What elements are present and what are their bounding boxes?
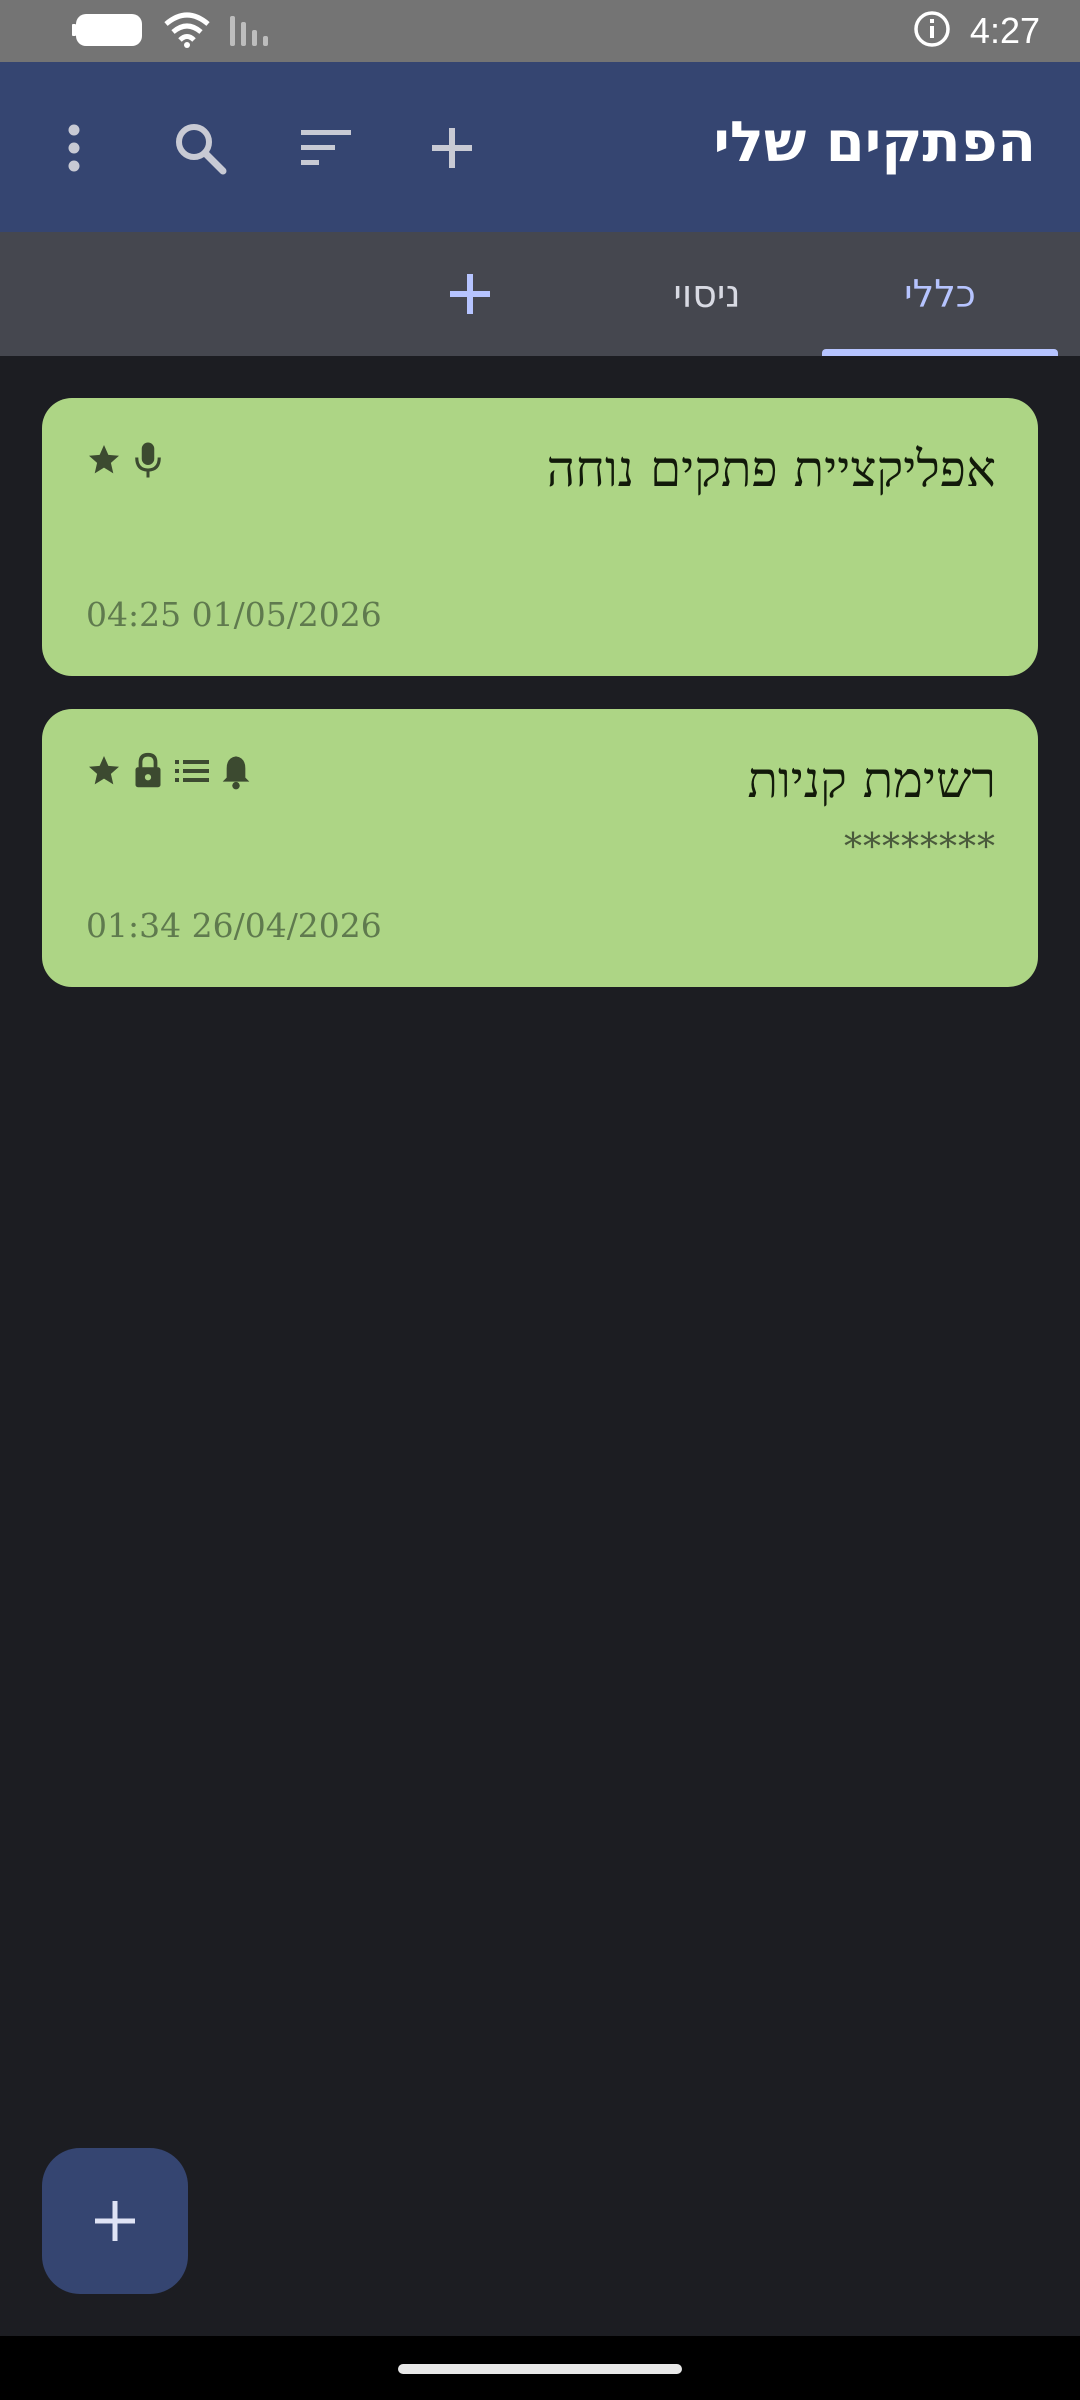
navigation-bar [0, 2336, 1080, 2400]
tab-label: ניסוי [673, 272, 741, 316]
tab-bar: כללי ניסוי [0, 232, 1080, 356]
note-title: אפליקציית פתקים נוחה [546, 440, 996, 498]
add-tab-button[interactable] [430, 232, 510, 356]
add-icon[interactable] [420, 116, 484, 180]
wifi-icon [164, 12, 210, 52]
signal-icon [228, 12, 276, 52]
note-date: 04:25 01/05/2026 [86, 595, 382, 634]
status-time: 4:27 [969, 10, 1040, 51]
note-card[interactable]: רשימת קניות ******** 01:34 26/04/2026 [42, 709, 1038, 987]
list-icon [174, 751, 210, 791]
tab-indicator [822, 349, 1058, 356]
home-handle[interactable] [398, 2364, 682, 2374]
mic-icon [130, 440, 166, 480]
add-note-button[interactable] [42, 2148, 188, 2294]
status-bar: 4:27 [0, 0, 1080, 62]
star-icon [86, 751, 122, 791]
note-card[interactable]: אפליקציית פתקים נוחה 04:25 01/05/2026 [42, 398, 1038, 676]
info-icon [912, 9, 952, 53]
status-right: 4:27 [912, 8, 1040, 54]
add-icon [450, 274, 490, 314]
note-preview: ******** [844, 827, 996, 868]
sort-icon[interactable] [294, 116, 358, 180]
note-date: 01:34 26/04/2026 [86, 906, 382, 945]
tab-label: כללי [904, 272, 976, 316]
note-icons [86, 751, 254, 791]
more-vert-icon[interactable] [42, 116, 106, 180]
note-icons [86, 440, 166, 480]
add-icon [95, 2201, 135, 2241]
star-icon [86, 440, 122, 480]
bell-icon [218, 751, 254, 791]
page-title: הפתקים שלי [713, 110, 1036, 175]
tab-general[interactable]: כללי [822, 232, 1058, 356]
app-bar: הפתקים שלי [0, 62, 1080, 232]
note-title: רשימת קניות [747, 751, 996, 809]
status-left [72, 12, 276, 52]
tab-test[interactable]: ניסוי [612, 232, 802, 356]
lock-icon [130, 751, 166, 791]
battery-icon [72, 12, 146, 52]
search-icon[interactable] [168, 116, 232, 180]
